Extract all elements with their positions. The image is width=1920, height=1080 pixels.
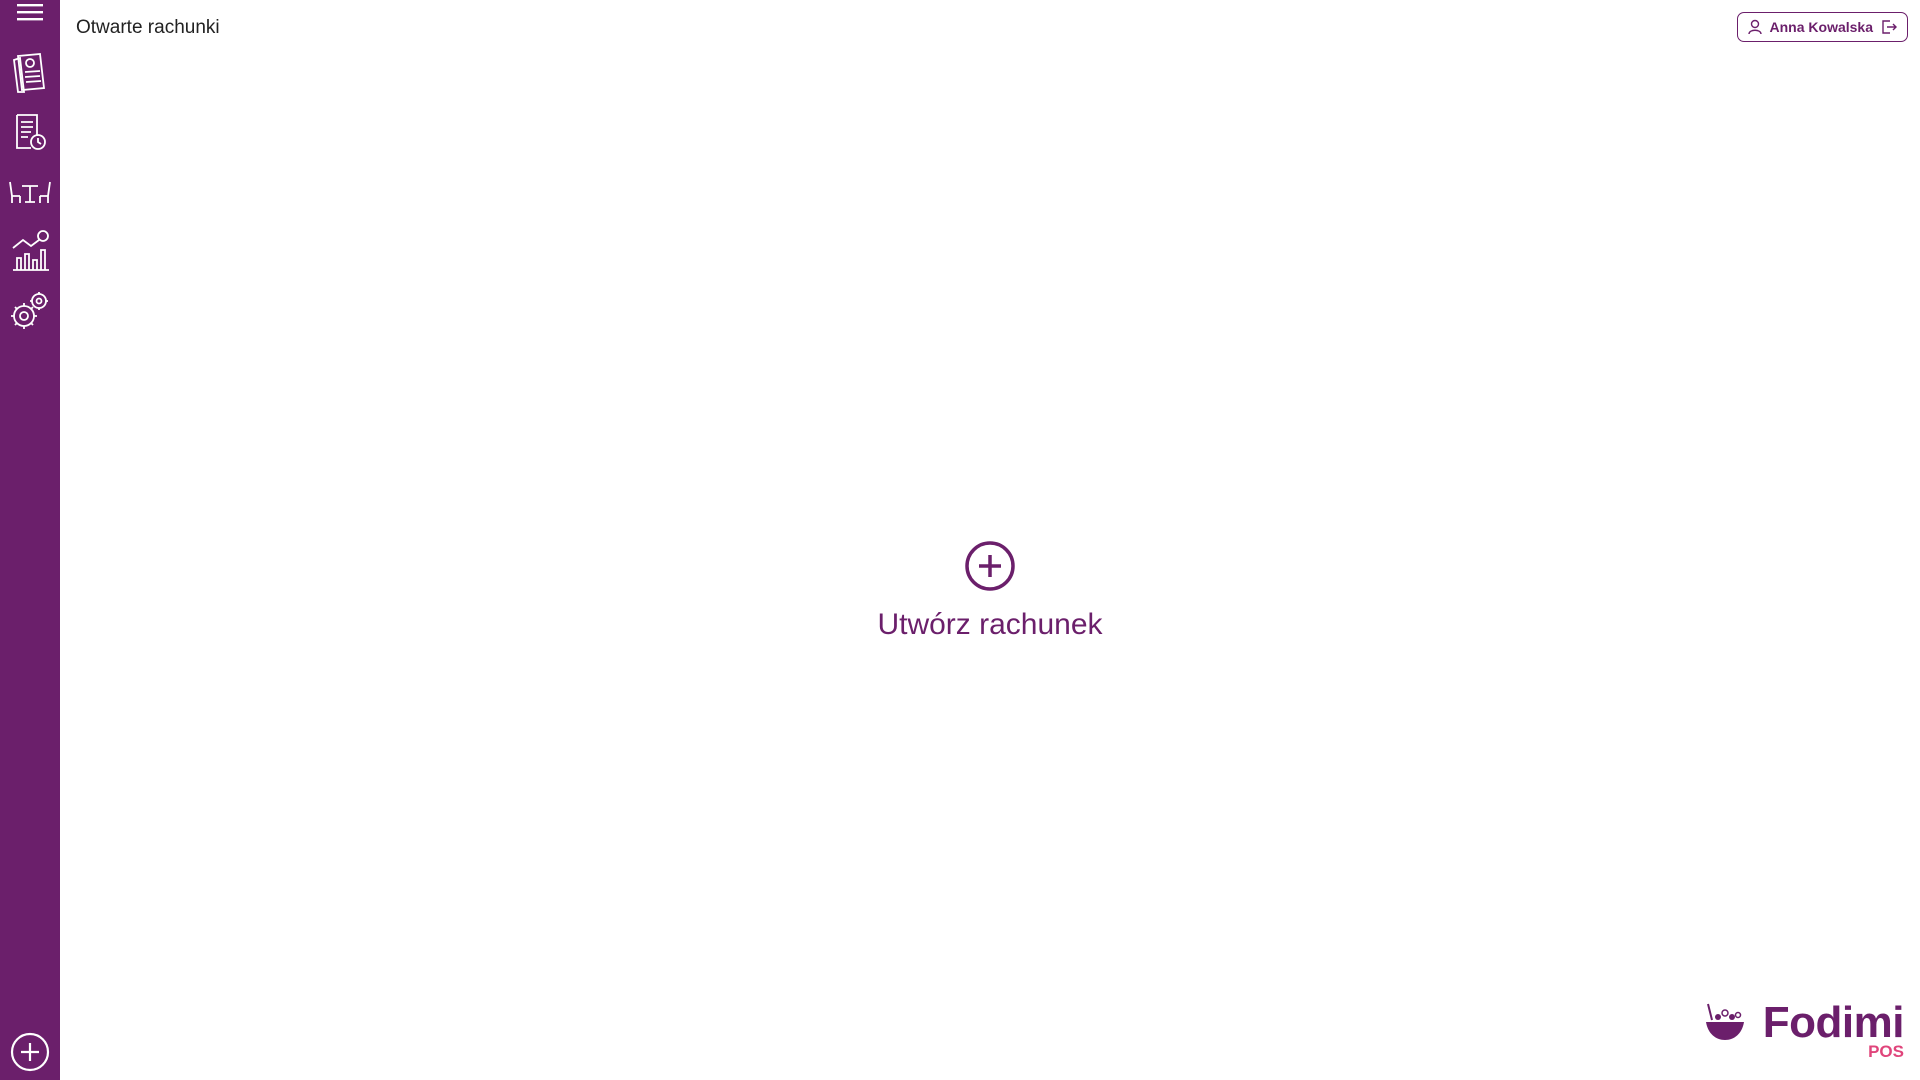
sidebar-item-settings[interactable] bbox=[0, 282, 60, 338]
logout-icon bbox=[1882, 20, 1897, 34]
tables-icon bbox=[9, 181, 51, 203]
reports-chart-icon bbox=[12, 230, 49, 271]
create-bill-label: Utwórz rachunek bbox=[877, 608, 1103, 641]
hamburger-menu-icon bbox=[17, 4, 43, 21]
food-bowl-icon bbox=[1706, 1003, 1744, 1040]
user-icon bbox=[1747, 19, 1762, 35]
hamburger-menu-button[interactable] bbox=[0, 0, 60, 40]
sidebar-item-bills[interactable] bbox=[0, 44, 60, 100]
sidebar-item-history[interactable] bbox=[0, 104, 60, 160]
plus-circle-icon bbox=[10, 1032, 50, 1072]
user-name: Anna Kowalska bbox=[1769, 19, 1873, 35]
brand-suffix: POS bbox=[1868, 1042, 1904, 1061]
receipt-history-icon bbox=[16, 114, 46, 150]
brand-name: Fodimi bbox=[1762, 998, 1905, 1047]
create-bill-button[interactable]: Utwórz rachunek bbox=[60, 540, 1920, 642]
user-logout-button[interactable]: Anna Kowalska bbox=[1736, 12, 1908, 42]
gear-icon bbox=[11, 292, 48, 329]
brand-logo: Fodimi POS bbox=[1704, 992, 1905, 1062]
sidebar-item-reports[interactable] bbox=[0, 222, 60, 278]
sidebar bbox=[0, 0, 60, 1080]
page-title: Otwarte rachunki bbox=[76, 17, 220, 38]
sidebar-add-button[interactable] bbox=[0, 1024, 60, 1080]
sidebar-item-tables[interactable] bbox=[0, 163, 60, 219]
plus-circle-icon bbox=[965, 541, 1015, 591]
bill-document-icon bbox=[13, 53, 46, 93]
